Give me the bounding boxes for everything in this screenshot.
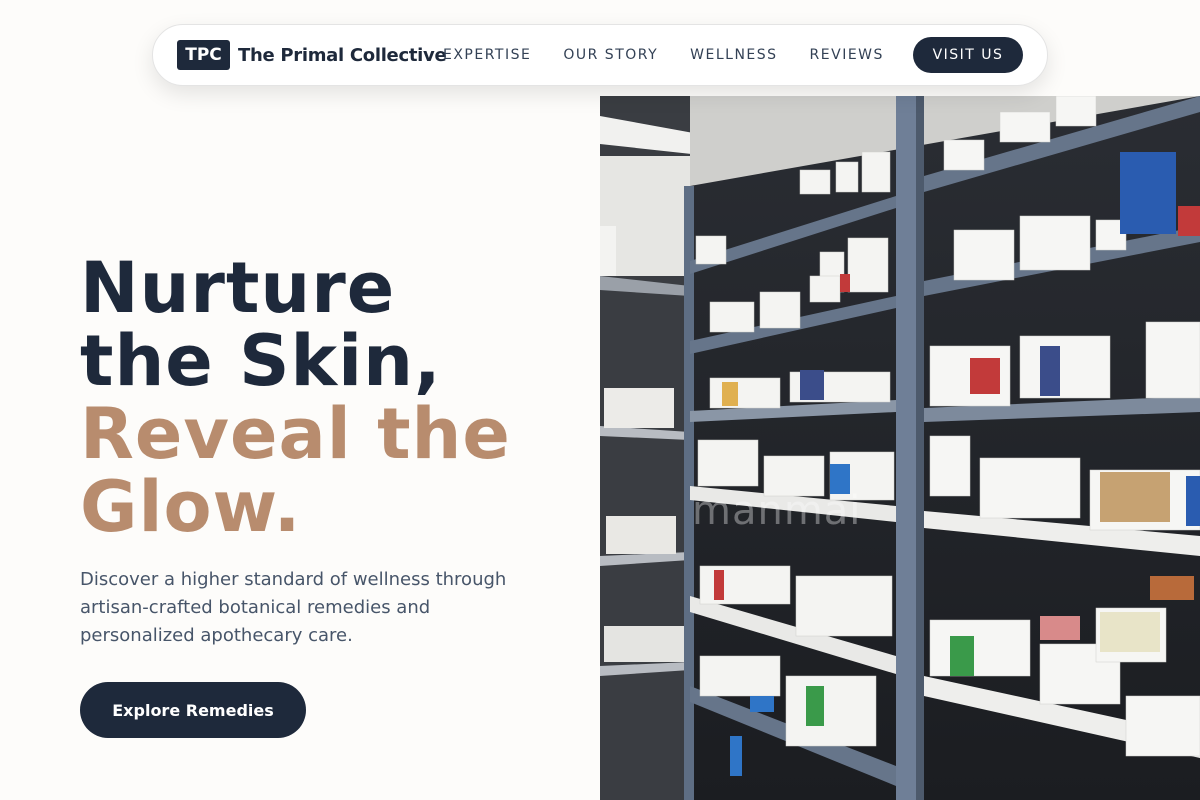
nav-link-our-story[interactable]: OUR STORY xyxy=(563,47,658,63)
visit-us-button[interactable]: VISIT US xyxy=(913,37,1023,73)
hero-headline: Nurture the Skin, Reveal the Glow. xyxy=(80,252,511,544)
headline-line-1: Nurture xyxy=(80,247,396,329)
brand[interactable]: TPC The Primal Collective xyxy=(177,40,447,70)
explore-remedies-button[interactable]: Explore Remedies xyxy=(80,682,306,738)
pharmacy-shelves-illustration xyxy=(600,96,1200,800)
top-navigation: TPC The Primal Collective EXPERTISE OUR … xyxy=(152,24,1048,86)
headline-line-3: Reveal the xyxy=(80,393,511,475)
nav-link-reviews[interactable]: REVIEWS xyxy=(810,47,884,63)
hero-image-pharmacy-shelves: manmai xyxy=(600,96,1200,800)
headline-line-2: the Skin, xyxy=(80,320,442,402)
brand-name[interactable]: The Primal Collective xyxy=(238,45,447,66)
nav-links: EXPERTISE OUR STORY WELLNESS REVIEWS xyxy=(443,25,916,85)
hero-description: Discover a higher standard of wellness t… xyxy=(80,569,507,646)
nav-link-expertise[interactable]: EXPERTISE xyxy=(443,47,531,63)
nav-link-wellness[interactable]: WELLNESS xyxy=(690,47,777,63)
headline-line-4: Glow. xyxy=(80,466,302,548)
brand-logo[interactable]: TPC xyxy=(177,40,230,70)
